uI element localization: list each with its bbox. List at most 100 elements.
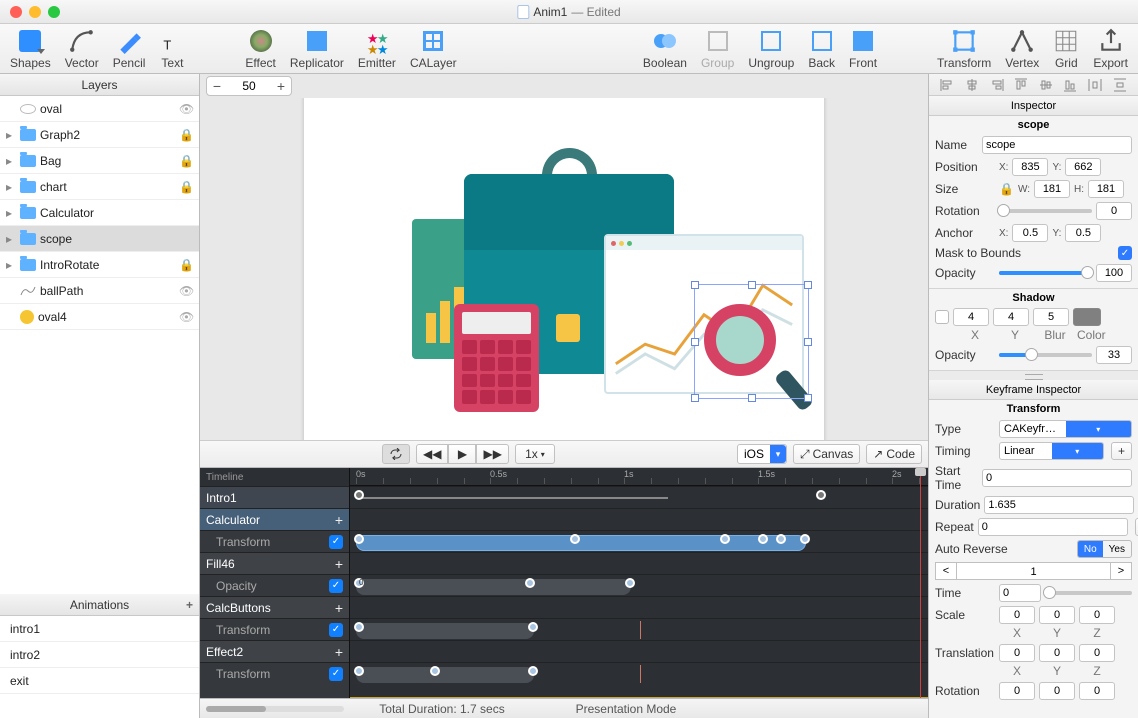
add-track-button[interactable]: + [335, 556, 343, 572]
shadow-x-field[interactable] [953, 308, 989, 326]
distribute-h-icon[interactable] [1088, 78, 1102, 92]
shapes-tool[interactable]: Shapes [10, 28, 51, 70]
keyframe-time-slider[interactable] [1045, 591, 1132, 595]
loop-button[interactable] [382, 444, 410, 464]
shadow-color-swatch[interactable] [1073, 308, 1101, 326]
timeline-track[interactable]: 0 [350, 574, 928, 596]
zoom-out-button[interactable]: − [207, 77, 227, 95]
timeline-row[interactable]: Transform✓ [200, 530, 349, 552]
align-bottom-icon[interactable] [1063, 78, 1077, 92]
track-enabled-checkbox[interactable]: ✓ [329, 623, 343, 637]
keyframe-prev-button[interactable]: < [935, 562, 957, 580]
track-enabled-checkbox[interactable]: ✓ [329, 535, 343, 549]
window-minimize-button[interactable] [29, 6, 41, 18]
ungroup-tool[interactable]: Ungroup [748, 28, 794, 70]
shadow-opacity-field[interactable] [1096, 346, 1132, 364]
anchor-y-field[interactable] [1065, 224, 1101, 242]
keyframe-type-selector[interactable]: CAKeyframeAni…▾ [999, 420, 1132, 438]
timeline-row[interactable]: Calculator+ [200, 508, 349, 530]
timeline-row[interactable]: CalcButtons+ [200, 596, 349, 618]
shadow-enable-checkbox[interactable] [935, 310, 949, 324]
visibility-icon[interactable]: 👁 [179, 284, 193, 298]
next-frame-button[interactable]: ▶▶ [476, 444, 508, 464]
animation-row[interactable]: intro2 [0, 642, 199, 668]
text-tool[interactable]: TText [159, 28, 185, 70]
layer-row[interactable]: ▸Bag🔒 [0, 148, 199, 174]
effect-tool[interactable]: Effect [245, 28, 275, 70]
scale-z-field[interactable] [1079, 606, 1115, 624]
name-field[interactable] [982, 136, 1132, 154]
disclosure-icon[interactable]: ▸ [6, 154, 16, 168]
visibility-icon[interactable]: 👁 [179, 310, 193, 324]
layer-row[interactable]: oval👁 [0, 96, 199, 122]
window-close-button[interactable] [10, 6, 22, 18]
lock-icon[interactable]: 🔒 [179, 154, 193, 168]
lock-icon[interactable]: 🔒 [179, 258, 193, 272]
code-button[interactable]: ↗ Code [866, 444, 922, 464]
zoom-control[interactable]: − + [206, 76, 292, 96]
rotation-y-field[interactable] [1039, 682, 1075, 700]
back-tool[interactable]: Back [808, 28, 835, 70]
keyframe-time-field[interactable] [999, 584, 1041, 602]
disclosure-icon[interactable]: ▸ [6, 128, 16, 142]
disclosure-icon[interactable]: ▸ [6, 258, 16, 272]
canvas-viewport[interactable] [200, 98, 928, 440]
vertex-mode[interactable]: Vertex [1005, 28, 1039, 70]
zoom-field[interactable] [227, 79, 271, 93]
zoom-in-button[interactable]: + [271, 77, 291, 95]
add-track-button[interactable]: + [335, 600, 343, 616]
timeline-track[interactable] [350, 618, 928, 640]
start-time-field[interactable] [982, 469, 1132, 487]
boolean-tool[interactable]: Boolean [643, 28, 687, 70]
layer-row[interactable]: ▸Graph2🔒 [0, 122, 199, 148]
timing-selector[interactable]: Linear▾ [999, 442, 1104, 460]
speed-selector[interactable]: 1x ▾ [515, 444, 555, 464]
animation-row[interactable]: intro1 [0, 616, 199, 642]
prev-frame-button[interactable]: ◀◀ [416, 444, 448, 464]
auto-reverse-toggle[interactable]: NoYes [1077, 540, 1132, 558]
timeline-row[interactable]: Transform✓ [200, 662, 349, 684]
platform-selector[interactable]: iOS▾ [737, 444, 787, 464]
rotation-field[interactable] [1096, 202, 1132, 220]
disclosure-icon[interactable]: ▸ [6, 206, 16, 220]
group-tool[interactable]: Group [701, 28, 734, 70]
opacity-field[interactable] [1096, 264, 1132, 282]
timeline-row[interactable]: Intro1 [200, 486, 349, 508]
selection-bounds[interactable] [694, 284, 809, 399]
layer-row[interactable]: ballPath👁 [0, 278, 199, 304]
timeline-row[interactable]: Opacity✓ [200, 574, 349, 596]
timeline-track[interactable] [350, 530, 928, 552]
size-w-field[interactable] [1034, 180, 1070, 198]
disclosure-icon[interactable]: ▸ [6, 232, 16, 246]
emitter-tool[interactable]: ★★★★Emitter [358, 28, 396, 70]
canvas-button[interactable]: ⤢ Canvas [793, 444, 860, 464]
layer-row[interactable]: ▸scope [0, 226, 199, 252]
distribute-v-icon[interactable] [1113, 78, 1127, 92]
align-vcenter-icon[interactable] [1039, 78, 1053, 92]
layer-row[interactable]: ▸Calculator [0, 200, 199, 226]
translation-z-field[interactable] [1079, 644, 1115, 662]
translation-x-field[interactable] [999, 644, 1035, 662]
align-hcenter-icon[interactable] [965, 78, 979, 92]
scale-y-field[interactable] [1039, 606, 1075, 624]
translation-y-field[interactable] [1039, 644, 1075, 662]
layer-row[interactable]: ▸IntroRotate🔒 [0, 252, 199, 278]
timeline-row[interactable]: Fill46+ [200, 552, 349, 574]
shadow-opacity-slider[interactable] [999, 353, 1092, 357]
anchor-x-field[interactable] [1012, 224, 1048, 242]
lock-icon[interactable]: 🔒 [179, 128, 193, 142]
add-animation-button[interactable]: + [186, 598, 193, 612]
play-button[interactable]: ▶ [448, 444, 476, 464]
transform-mode[interactable]: Transform [937, 28, 991, 70]
duration-field[interactable] [984, 496, 1134, 514]
export-button[interactable]: Export [1093, 28, 1128, 70]
vector-tool[interactable]: Vector [65, 28, 99, 70]
position-x-field[interactable] [1012, 158, 1048, 176]
rotation-x-field[interactable] [999, 682, 1035, 700]
timeline-track[interactable] [350, 486, 928, 508]
add-track-button[interactable]: + [335, 644, 343, 660]
layer-row[interactable]: oval4👁 [0, 304, 199, 330]
rotation-slider[interactable] [999, 209, 1092, 213]
align-left-icon[interactable] [940, 78, 954, 92]
add-track-button[interactable]: + [335, 512, 343, 528]
